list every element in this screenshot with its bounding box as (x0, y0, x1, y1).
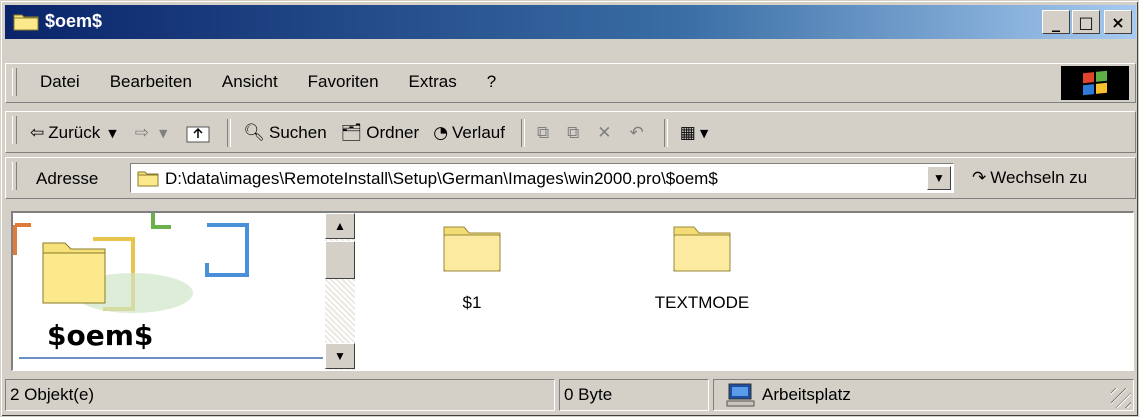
my-computer-icon (726, 383, 755, 407)
folder-name: $1 (462, 293, 482, 312)
zone-label: Arbeitsplatz (762, 385, 851, 404)
search-icon: 🔍︎ (243, 123, 265, 143)
windows-logo (1061, 66, 1129, 100)
views-dropdown-icon[interactable]: ▼ (700, 127, 708, 140)
menu-datei[interactable]: Datei (40, 72, 80, 92)
web-view-pane: $oem$ (13, 213, 325, 370)
toolbar-grip[interactable] (12, 116, 17, 144)
history-icon: ◔ (433, 123, 449, 143)
menu-grip[interactable] (12, 68, 17, 96)
go-button[interactable]: ↷ Wechseln zu (972, 168, 1087, 188)
window-title: $oem$ (45, 11, 103, 31)
back-dropdown-icon[interactable]: ▼ (108, 127, 116, 140)
minimize-icon: _ (1052, 12, 1060, 32)
folder-icon (13, 14, 39, 31)
folder-title: $oem$ (47, 319, 154, 352)
folder-item[interactable]: TEXTMODE (637, 221, 767, 313)
scroll-down-button[interactable]: ▼ (325, 343, 355, 369)
explorer-window: $oem$ _ □ × Datei Bearbeiten Ansicht Fav… (0, 0, 1139, 417)
address-input[interactable]: D:\data\images\RemoteInstall\Setup\Germa… (130, 163, 954, 193)
address-grip[interactable] (12, 162, 17, 190)
history-label: Verlauf (452, 123, 505, 142)
chevron-down-icon: ▼ (933, 171, 945, 185)
search-label: Suchen (269, 123, 327, 142)
folder-icon (673, 226, 731, 272)
views-icon: ▦ (679, 123, 696, 143)
folder-item[interactable]: $1 (407, 221, 537, 313)
folder-name: TEXTMODE (654, 293, 750, 312)
folders-label: Ordner (366, 123, 420, 142)
menu-help[interactable]: ? (487, 72, 496, 92)
go-arrow-icon: ↷ (972, 168, 987, 188)
menu-bar: Datei Bearbeiten Ansicht Favoriten Extra… (5, 63, 1136, 103)
up-folder-button[interactable] (185, 122, 211, 144)
toolbar-separator (520, 119, 525, 147)
folder-icon (137, 171, 159, 187)
menu-bearbeiten[interactable]: Bearbeiten (110, 72, 192, 92)
forward-dropdown-icon[interactable]: ▼ (159, 127, 167, 140)
back-label: Zurück (48, 123, 101, 142)
status-zone: Arbeitsplatz (713, 379, 1134, 411)
move-to-button[interactable]: ⧉ (537, 123, 553, 143)
folder-icon (443, 226, 501, 272)
copy-to-icon: ⧉ (567, 123, 580, 143)
menu-ansicht[interactable]: Ansicht (222, 72, 278, 92)
forward-arrow-icon: ⇨ (134, 123, 149, 143)
address-bar: Adresse D:\data\images\RemoteInstall\Set… (5, 157, 1136, 199)
address-dropdown-button[interactable]: ▼ (927, 166, 951, 190)
address-value: D:\data\images\RemoteInstall\Setup\Germa… (165, 169, 718, 188)
back-arrow-icon: ⇦ (30, 123, 45, 143)
undo-icon: ↶ (629, 123, 644, 143)
delete-icon: ✕ (597, 123, 612, 143)
resize-grip[interactable] (1111, 388, 1131, 408)
up-folder-icon (186, 126, 210, 143)
scroll-up-button[interactable]: ▲ (325, 213, 355, 239)
undo-button[interactable]: ↶ (630, 123, 648, 143)
object-count: 2 Objekt(e) (10, 385, 95, 404)
scroll-up-icon: ▲ (334, 219, 346, 233)
copy-to-button[interactable]: ⧉ (567, 123, 583, 143)
size-value: 0 Byte (564, 385, 613, 404)
menu-extras[interactable]: Extras (409, 72, 457, 92)
standard-toolbar: ⇦ Zurück ▼ ⇨ ▼ 🔍︎ Suchen 🗂︎ Ordner ◔ Ver… (5, 111, 1136, 153)
history-button[interactable]: ◔ Verlauf (433, 123, 505, 143)
maximize-button[interactable]: □ (1072, 10, 1100, 34)
folder-banner-graphic (13, 213, 249, 313)
toolbar-separator (663, 119, 668, 147)
menu-favoriten[interactable]: Favoriten (308, 72, 379, 92)
views-button[interactable]: ▦ ▼ (680, 123, 713, 143)
windows-flag-icon (1083, 70, 1107, 96)
folders-button[interactable]: 🗂︎ Ordner (341, 123, 420, 143)
folders-icon: 🗂︎ (340, 123, 363, 143)
move-to-icon: ⧉ (536, 123, 550, 143)
minimize-button[interactable]: _ (1042, 10, 1070, 34)
title-bar[interactable]: $oem$ _ □ × (5, 5, 1136, 39)
go-label: Wechseln zu (990, 168, 1088, 187)
delete-button[interactable]: ✕ (597, 123, 615, 143)
toolbar-separator (227, 119, 232, 147)
close-icon: × (1111, 12, 1125, 32)
maximize-icon: □ (1078, 12, 1094, 32)
scroll-down-icon: ▼ (334, 349, 346, 363)
back-button[interactable]: ⇦ Zurück ▼ (30, 123, 121, 143)
forward-button[interactable]: ⇨ ▼ (135, 123, 172, 143)
search-button[interactable]: 🔍︎ Suchen (243, 123, 326, 143)
status-bar: 2 Objekt(e) 0 Byte Arbeitsplatz (5, 379, 1136, 413)
address-label: Adresse (36, 169, 99, 188)
status-object-count: 2 Objekt(e) (5, 379, 555, 411)
content-area: $oem$ ▲ ▼ $1 TEXTMODE (11, 211, 1134, 371)
title-underline (19, 357, 323, 359)
close-button[interactable]: × (1104, 10, 1132, 34)
scroll-thumb[interactable] (325, 241, 355, 279)
status-size: 0 Byte (559, 379, 709, 411)
vertical-scrollbar[interactable]: ▲ ▼ (325, 213, 355, 370)
